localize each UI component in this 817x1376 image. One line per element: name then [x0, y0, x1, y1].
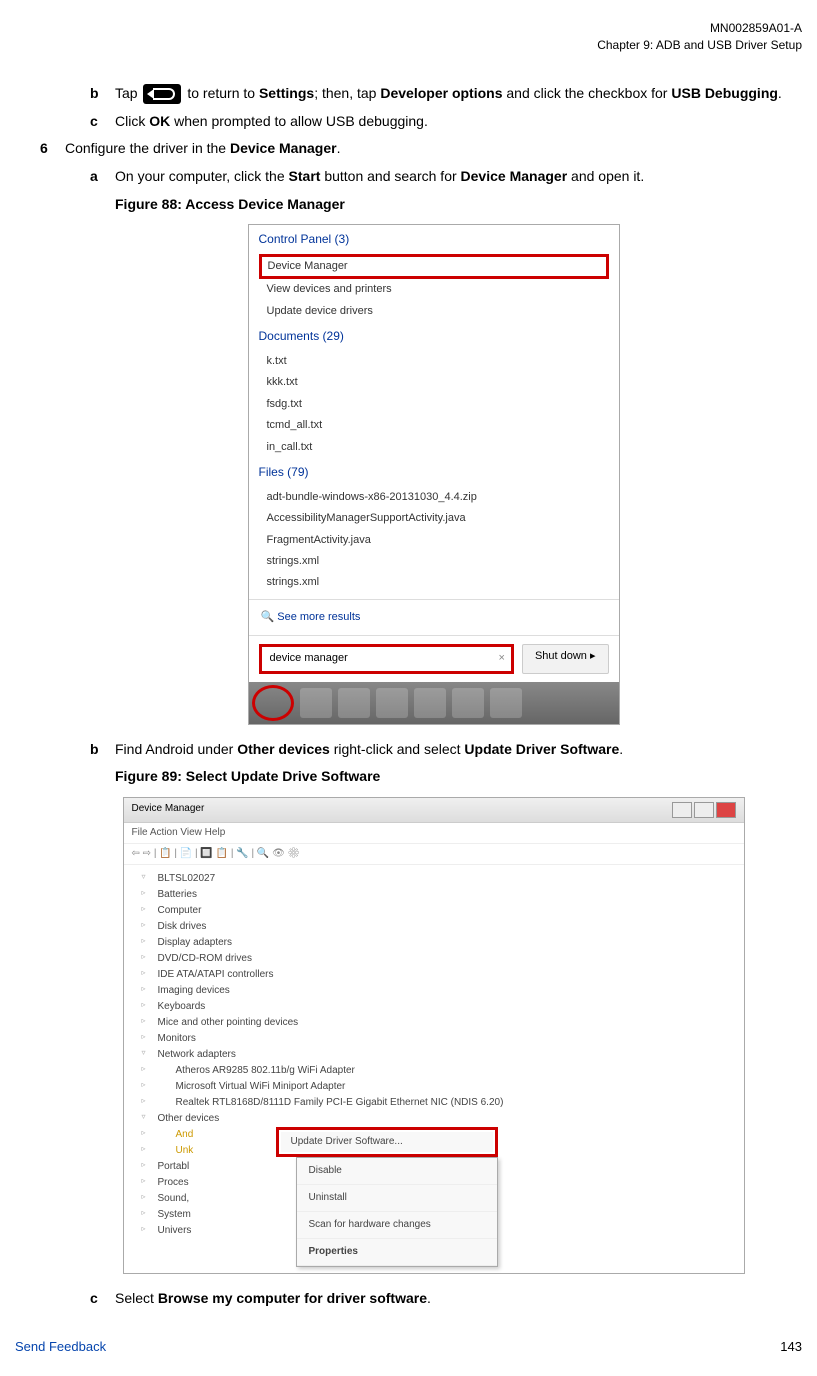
window-title-bar: Device Manager	[124, 798, 744, 823]
figure-89: Device Manager File Action View Help ⇦ ⇨…	[65, 797, 802, 1274]
step-6b: b Find Android under Other devices right…	[65, 740, 802, 760]
files-header: Files (79)	[249, 458, 619, 487]
maximize-button[interactable]	[694, 802, 714, 818]
clear-icon[interactable]: ×	[499, 651, 505, 666]
explorer-icon[interactable]	[338, 688, 370, 718]
android-device[interactable]: And	[136, 1127, 236, 1143]
context-properties[interactable]: Properties	[297, 1239, 497, 1266]
step-5c: c Click OK when prompted to allow USB de…	[65, 112, 802, 132]
search-result[interactable]: adt-bundle-windows-x86-20131030_4.4.zip	[249, 487, 619, 508]
step-5b: b Tap to return to Settings; then, tap D…	[65, 84, 802, 104]
context-disable[interactable]: Disable	[297, 1158, 497, 1185]
search-result[interactable]: strings.xml	[249, 551, 619, 572]
menu-bar[interactable]: File Action View Help	[124, 823, 744, 844]
tree-item[interactable]: Sound,	[136, 1191, 236, 1207]
shutdown-button[interactable]: Shut down ▸	[522, 644, 609, 673]
tree-item-other[interactable]: Other devices	[136, 1111, 732, 1127]
step-6a: a On your computer, click the Start butt…	[65, 167, 802, 187]
unknown-device[interactable]: Unk	[136, 1143, 236, 1159]
step-text: Tap to return to Settings; then, tap Dev…	[115, 84, 802, 104]
search-result[interactable]: strings.xml	[249, 572, 619, 593]
tree-item[interactable]: Computer	[136, 903, 732, 919]
step-letter: a	[90, 167, 115, 187]
search-result[interactable]: in_call.txt	[249, 437, 619, 458]
step-letter: b	[90, 84, 115, 104]
tree-sub-item[interactable]: Realtek RTL8168D/8111D Family PCI-E Giga…	[136, 1095, 732, 1111]
documents-header: Documents (29)	[249, 322, 619, 351]
tree-item[interactable]: DVD/CD-ROM drives	[136, 951, 732, 967]
step-letter: c	[90, 1289, 115, 1309]
step-number: 6	[40, 139, 65, 159]
step-6c: c Select Browse my computer for driver s…	[65, 1289, 802, 1309]
tree-sub-item[interactable]: Atheros AR9285 802.11b/g WiFi Adapter	[136, 1063, 732, 1079]
start-button[interactable]	[252, 685, 294, 721]
minimize-button[interactable]	[672, 802, 692, 818]
page-header: MN002859A01-A Chapter 9: ADB and USB Dri…	[15, 20, 802, 54]
step-text: Configure the driver in the Device Manag…	[65, 139, 802, 159]
figure-88: Control Panel (3) Device Manager View de…	[65, 224, 802, 724]
search-row: device manager× Shut down ▸	[249, 635, 619, 681]
tree-item[interactable]: Mice and other pointing devices	[136, 1015, 732, 1031]
search-result[interactable]: FragmentActivity.java	[249, 530, 619, 551]
window-title: Device Manager	[132, 802, 205, 818]
toolbar[interactable]: ⇦ ⇨ | 📋 | 📄 | 🔲 📋 | 🔧 | 🔍 👁 ⚙	[124, 844, 744, 865]
close-button[interactable]	[716, 802, 736, 818]
context-scan[interactable]: Scan for hardware changes	[297, 1212, 497, 1239]
see-more-results[interactable]: 🔍 See more results	[249, 599, 619, 635]
start-menu-screenshot: Control Panel (3) Device Manager View de…	[248, 224, 620, 724]
search-result[interactable]: kkk.txt	[249, 372, 619, 393]
figure-88-caption: Figure 88: Access Device Manager	[115, 195, 802, 215]
step-6: 6 Configure the driver in the Device Man…	[40, 139, 802, 159]
tree-sub-item[interactable]: Microsoft Virtual WiFi Miniport Adapter	[136, 1079, 732, 1095]
tree-item[interactable]: Portabl	[136, 1159, 236, 1175]
context-menu: Disable Uninstall Scan for hardware chan…	[296, 1157, 498, 1267]
back-icon	[143, 84, 181, 104]
step-text: On your computer, click the Start button…	[115, 167, 802, 187]
step-letter: c	[90, 112, 115, 132]
step-letter: b	[90, 740, 115, 760]
tree-item[interactable]: IDE ATA/ATAPI controllers	[136, 967, 732, 983]
tree-item[interactable]: Keyboards	[136, 999, 732, 1015]
send-feedback-link[interactable]: Send Feedback	[15, 1338, 106, 1356]
control-panel-header: Control Panel (3)	[249, 225, 619, 254]
context-menu-container: Update Driver Software... Disable Uninst…	[236, 1127, 498, 1267]
search-result[interactable]: View devices and printers	[249, 279, 619, 300]
search-result[interactable]: Update device drivers	[249, 301, 619, 322]
tree-root[interactable]: BLTSL02027	[136, 871, 732, 887]
step-text: Click OK when prompted to allow USB debu…	[115, 112, 802, 132]
tree-item[interactable]: Imaging devices	[136, 983, 732, 999]
device-manager-screenshot: Device Manager File Action View Help ⇦ ⇨…	[123, 797, 745, 1274]
ie-icon[interactable]	[300, 688, 332, 718]
search-input[interactable]: device manager×	[259, 644, 514, 673]
update-driver-menu-item[interactable]: Update Driver Software...	[276, 1127, 498, 1157]
step-text: Find Android under Other devices right-c…	[115, 740, 802, 760]
tree-item[interactable]: Univers	[136, 1223, 236, 1239]
tree-item[interactable]: Monitors	[136, 1031, 732, 1047]
tree-item[interactable]: Display adapters	[136, 935, 732, 951]
media-icon[interactable]	[376, 688, 408, 718]
tree-item[interactable]: Network adapters	[136, 1047, 732, 1063]
search-result[interactable]: k.txt	[249, 351, 619, 372]
app-icon[interactable]	[414, 688, 446, 718]
window-buttons	[672, 802, 736, 818]
search-result[interactable]: fsdg.txt	[249, 394, 619, 415]
app-icon[interactable]	[490, 688, 522, 718]
tree-item[interactable]: Proces	[136, 1175, 236, 1191]
search-result[interactable]: AccessibilityManagerSupportActivity.java	[249, 508, 619, 529]
tree-item[interactable]: System	[136, 1207, 236, 1223]
taskbar	[249, 682, 619, 724]
device-manager-result[interactable]: Device Manager	[259, 254, 609, 279]
figure-89-caption: Figure 89: Select Update Drive Software	[115, 767, 802, 787]
tree-item[interactable]: Disk drives	[136, 919, 732, 935]
page-number: 143	[780, 1338, 802, 1356]
step-text: Select Browse my computer for driver sof…	[115, 1289, 802, 1309]
doc-id: MN002859A01-A	[15, 20, 802, 37]
context-uninstall[interactable]: Uninstall	[297, 1185, 497, 1212]
device-tree: BLTSL02027 Batteries Computer Disk drive…	[124, 865, 744, 1273]
tree-item[interactable]: Batteries	[136, 887, 732, 903]
chapter-title: Chapter 9: ADB and USB Driver Setup	[15, 37, 802, 54]
page-footer: Send Feedback 143	[15, 1338, 802, 1356]
search-result[interactable]: tcmd_all.txt	[249, 415, 619, 436]
word-icon[interactable]	[452, 688, 484, 718]
